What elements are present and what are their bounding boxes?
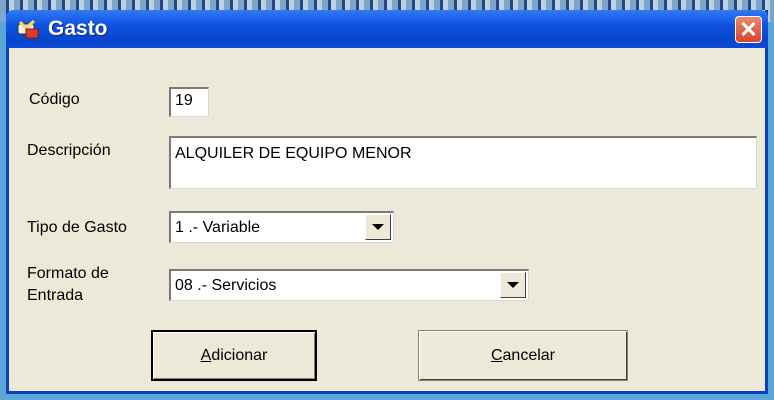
adicionar-button[interactable]: Adicionar: [151, 330, 317, 381]
formato-entrada-select[interactable]: 08 .- Servicios: [169, 269, 529, 301]
cancelar-button[interactable]: Cancelar: [418, 330, 628, 381]
title-bar[interactable]: Gasto ✕: [6, 10, 768, 48]
tipo-gasto-dropdown-button[interactable]: [365, 214, 391, 240]
window-title: Gasto: [48, 17, 108, 40]
cancelar-label-rest: ancelar: [502, 346, 556, 364]
formato-entrada-dropdown-button[interactable]: [500, 272, 526, 298]
tipo-gasto-select[interactable]: 1 .- Variable: [169, 211, 394, 243]
tipo-gasto-value: 1 .- Variable: [169, 211, 394, 243]
codigo-field[interactable]: 19: [169, 87, 209, 117]
cancelar-label: Cancelar: [491, 347, 555, 365]
close-icon: ✕: [739, 16, 758, 42]
formato-label-line1: Formato de: [27, 265, 109, 282]
gasto-dialog: Gasto ✕ Código 19 Descripción ALQUILER D…: [6, 10, 768, 394]
codigo-label: Código: [29, 91, 80, 108]
gasto-app-icon: [17, 19, 39, 39]
tipo-gasto-label: Tipo de Gasto: [27, 219, 127, 236]
adicionar-mnemonic: A: [200, 346, 212, 364]
adicionar-label-rest: dicionar: [211, 346, 268, 364]
descripcion-label: Descripción: [27, 142, 111, 159]
chevron-down-icon: [507, 282, 519, 288]
cancelar-mnemonic: C: [490, 346, 503, 364]
chevron-down-icon: [372, 224, 384, 230]
formato-entrada-value: 08 .- Servicios: [169, 269, 529, 301]
formato-label-line2: Entrada: [27, 287, 84, 304]
adicionar-label: Adicionar: [201, 347, 268, 365]
close-button[interactable]: ✕: [735, 16, 762, 43]
descripcion-field[interactable]: ALQUILER DE EQUIPO MENOR: [169, 136, 757, 189]
